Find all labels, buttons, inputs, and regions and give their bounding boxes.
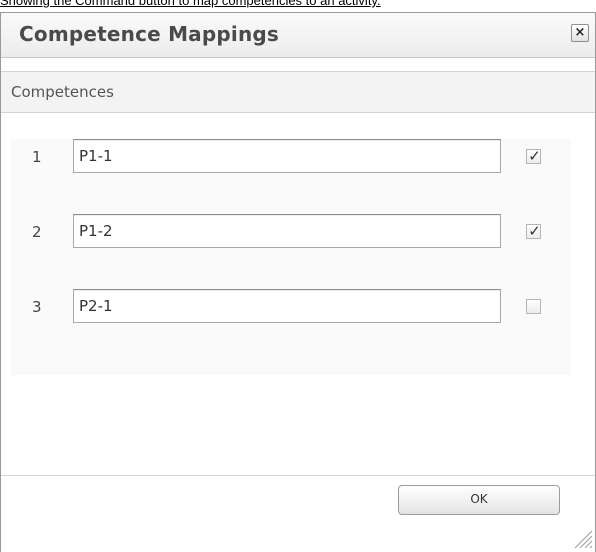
dialog-footer: OK [1,475,595,552]
checkmark-icon: ✓ [528,222,541,240]
resize-grip-icon[interactable] [571,527,593,549]
competence-field-2[interactable]: P1-2 [73,214,501,248]
ok-button[interactable]: OK [398,485,560,515]
ok-button-label: OK [470,492,488,506]
row-number: 1 [32,148,42,166]
competence-checkbox-1[interactable]: ✓ [526,147,541,165]
competence-checkbox-2[interactable]: ✓ [526,222,541,240]
competence-field-3[interactable]: P2-1 [73,289,501,323]
checkmark-icon [527,297,542,312]
competence-row-2: 2 P1-2 ✓ [11,214,571,250]
competences-section-header: Competences [1,71,595,113]
section-label: Competences [11,83,114,101]
caption-link[interactable]: Showing the Command button to map compet… [0,0,596,8]
row-number: 2 [32,223,42,241]
competence-checkbox-3[interactable] [526,299,541,314]
dialog-title: Competence Mappings [19,22,280,46]
competence-field-1[interactable]: P1-1 [73,139,501,173]
competence-row-3: 3 P2-1 [11,289,571,325]
competence-row-1: 1 P1-1 ✓ [11,139,571,175]
competence-list: 1 P1-1 ✓ 2 P1-2 ✓ 3 P2-1 [11,139,571,375]
dialog-titlebar[interactable]: Competence Mappings × [1,13,595,58]
competence-value: P2-1 [79,297,113,315]
checkmark-icon: ✓ [528,147,541,165]
row-number: 3 [32,298,42,316]
competence-mappings-dialog: Competence Mappings × Competences 1 P1-1… [0,12,596,552]
competence-value: P1-2 [79,222,113,240]
close-icon: × [574,25,586,40]
competence-value: P1-1 [79,147,113,165]
close-button[interactable]: × [571,24,589,42]
